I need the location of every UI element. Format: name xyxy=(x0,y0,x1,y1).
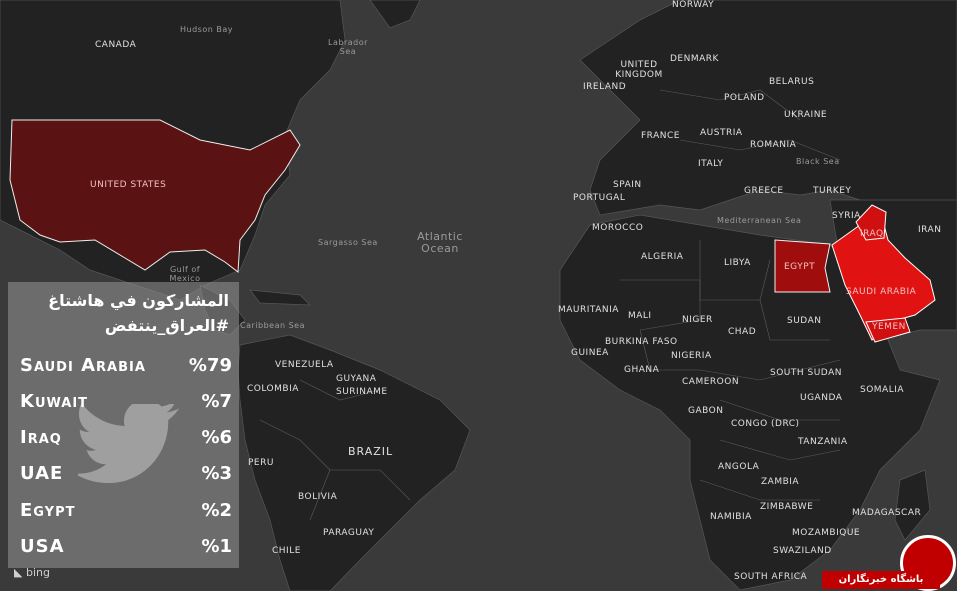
label-sudan: SUDAN xyxy=(787,316,822,326)
label-italy: ITALY xyxy=(698,159,724,169)
hashtag-participants-panel: المشاركون في هاشتاغ #العراق_ينتفض Saudi … xyxy=(8,282,239,568)
label-caribbean-sea: Caribbean Sea xyxy=(240,321,305,330)
label-poland: POLAND xyxy=(724,93,765,103)
label-ireland: IRELAND xyxy=(583,82,627,92)
stat-percent: %79 xyxy=(188,355,232,376)
label-peru: PERU xyxy=(248,458,274,468)
label-burkina-faso: BURKINA FASO xyxy=(605,337,678,347)
label-namibia: NAMIBIA xyxy=(710,512,752,522)
label-tanzania: TANZANIA xyxy=(798,437,848,447)
label-austria: AUSTRIA xyxy=(700,128,743,138)
stat-country: Kuwait xyxy=(20,391,89,412)
label-zambia: ZAMBIA xyxy=(761,477,800,487)
label-uganda: UGANDA xyxy=(800,393,843,403)
label-black-sea: Black Sea xyxy=(796,157,840,166)
label-guyana: GUYANA xyxy=(336,374,377,384)
label-suriname: SURINAME xyxy=(336,387,388,397)
label-norway: NORWAY xyxy=(672,0,715,10)
label-labrador-sea: Labrador Sea xyxy=(328,38,368,56)
label-guinea: GUINEA xyxy=(571,348,609,358)
label-swaziland: SWAZILAND xyxy=(773,546,832,556)
stat-country: Iraq xyxy=(20,427,62,448)
label-congo-drc: CONGO (DRC) xyxy=(731,419,800,429)
label-mozambique: MOZAMBIQUE xyxy=(792,528,861,538)
label-gulf-of-mexico: Gulf of Mexico xyxy=(169,265,201,283)
label-algeria: ALGERIA xyxy=(641,252,684,262)
label-chad: CHAD xyxy=(728,327,757,337)
label-libya: LIBYA xyxy=(724,258,751,268)
label-mediterranean-sea: Mediterranean Sea xyxy=(717,216,802,225)
label-mali: MALI xyxy=(628,311,652,321)
label-united-kingdom: UNITED KINGDOM xyxy=(615,60,663,80)
label-somalia: SOMALIA xyxy=(860,385,905,395)
label-angola: ANGOLA xyxy=(718,462,760,472)
panel-title-hashtag: #العراق_ينتفض xyxy=(104,316,229,335)
label-mauritania: MAURITANIA xyxy=(558,305,619,315)
label-canada: CANADA xyxy=(95,40,137,50)
stat-percent: %3 xyxy=(201,463,232,484)
label-turkey: TURKEY xyxy=(813,186,852,196)
stat-percent: %6 xyxy=(201,427,232,448)
label-chile: CHILE xyxy=(272,546,301,556)
stat-country: USA xyxy=(20,536,65,557)
bing-logo: ◣ bing xyxy=(14,566,50,579)
label-ghana: GHANA xyxy=(624,365,660,375)
label-egypt: EGYPT xyxy=(784,262,816,272)
panel-title-line1: المشاركون في هاشتاغ xyxy=(48,291,229,310)
label-south-africa: SOUTH AFRICA xyxy=(734,572,808,582)
label-france: FRANCE xyxy=(641,131,680,141)
label-portugal: PORTUGAL xyxy=(573,193,626,203)
label-greece: GREECE xyxy=(744,186,784,196)
label-belarus: BELARUS xyxy=(769,77,815,87)
stat-percent: %2 xyxy=(201,500,232,521)
stat-country: Egypt xyxy=(20,500,76,521)
label-brazil: BRAZIL xyxy=(348,445,394,458)
label-iran: IRAN xyxy=(918,225,942,235)
bing-label: bing xyxy=(25,566,50,579)
label-nigeria: NIGERIA xyxy=(671,351,712,361)
label-hudson-bay: Hudson Bay xyxy=(180,25,233,34)
stat-row: Kuwait %7 xyxy=(20,391,232,415)
label-yemen: YEMEN xyxy=(872,322,906,332)
panel-title: المشاركون في هاشتاغ #العراق_ينتفض xyxy=(14,288,229,338)
brand-banner: باشگاه خبرنگاران xyxy=(822,571,940,589)
label-cameroon: CAMEROON xyxy=(682,377,740,387)
label-paraguay: PARAGUAY xyxy=(323,528,375,538)
label-syria: SYRIA xyxy=(832,211,861,221)
bing-icon: ◣ xyxy=(14,566,23,579)
label-atlantic-ocean: Atlantic Ocean xyxy=(417,230,463,255)
label-morocco: MOROCCO xyxy=(592,223,644,233)
label-niger: NIGER xyxy=(682,315,713,325)
label-zimbabwe: ZIMBABWE xyxy=(760,502,814,512)
label-denmark: DENMARK xyxy=(670,54,719,64)
label-romania: ROMANIA xyxy=(750,140,797,150)
label-spain: SPAIN xyxy=(613,180,642,190)
label-colombia: COLOMBIA xyxy=(247,384,299,394)
label-ukraine: UKRAINE xyxy=(784,110,828,120)
stat-row: Iraq %6 xyxy=(20,427,232,451)
label-united-states: UNITED STATES xyxy=(90,180,167,190)
label-south-sudan: SOUTH SUDAN xyxy=(770,368,842,378)
stat-country: UAE xyxy=(20,463,64,484)
stat-row: UAE %3 xyxy=(20,463,232,487)
stat-percent: %7 xyxy=(201,391,232,412)
stat-row: Saudi Arabia %79 xyxy=(20,355,232,379)
label-saudi-arabia: SAUDI ARABIA xyxy=(846,287,917,297)
label-bolivia: BOLIVIA xyxy=(298,492,338,502)
stat-row: USA %1 xyxy=(20,536,232,560)
stat-percent: %1 xyxy=(201,536,232,557)
label-sargasso-sea: Sargasso Sea xyxy=(318,238,378,247)
label-madagascar: MADAGASCAR xyxy=(852,508,922,518)
stat-row: Egypt %2 xyxy=(20,500,232,524)
label-venezuela: VENEZUELA xyxy=(275,360,334,370)
label-iraq: IRAQ xyxy=(860,229,884,239)
stat-country: Saudi Arabia xyxy=(20,355,146,376)
label-gabon: GABON xyxy=(688,406,724,416)
